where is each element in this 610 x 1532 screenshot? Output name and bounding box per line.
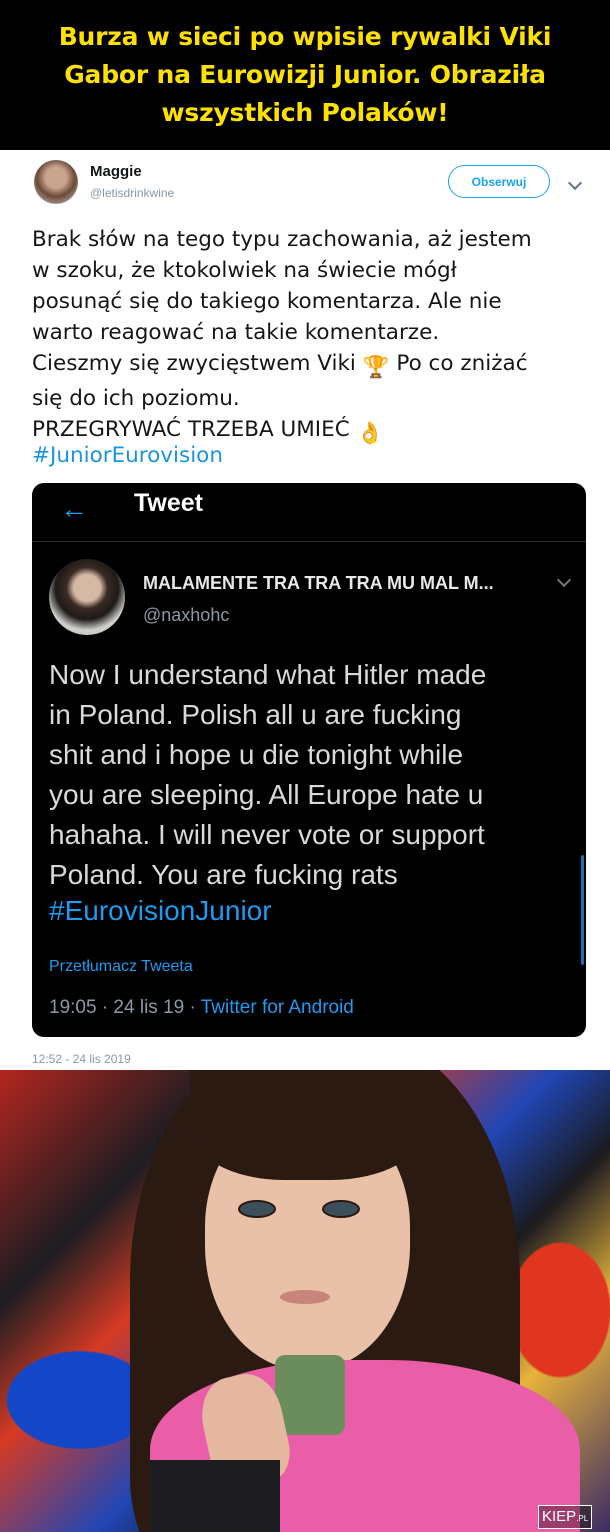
- site-watermark: KIEP.PL: [538, 1505, 593, 1529]
- photo-lips: [280, 1290, 330, 1304]
- trophy-icon: 🏆: [362, 355, 390, 380]
- headline-banner: Burza w sieci po wpisie rywalki Viki Gab…: [0, 0, 610, 150]
- follow-button[interactable]: Obserwuj: [448, 165, 550, 198]
- embedded-time: 19:05 · 24 lis 19 ·: [49, 997, 201, 1018]
- author-handle[interactable]: @letisdrinkwine: [90, 186, 174, 200]
- arrow-left-icon[interactable]: ←: [60, 495, 88, 523]
- embedded-author-name[interactable]: MALAMENTE TRA TRA TRA MU MAL M...: [143, 573, 553, 594]
- divider: [32, 541, 586, 542]
- embedded-tweet-text: Now I understand what Hitler made in Pol…: [49, 659, 487, 890]
- tweet-text: Brak słów na tego typu zachowania, aż je…: [32, 224, 592, 449]
- portrait-photo: [0, 1070, 610, 1532]
- tweet-timestamp[interactable]: 12:52 - 24 lis 2019: [32, 1052, 131, 1066]
- scrollbar[interactable]: [581, 855, 584, 965]
- embedded-author-handle[interactable]: @naxhohc: [143, 605, 229, 626]
- embedded-tweet-screenshot: ← Tweet MALAMENTE TRA TRA TRA MU MAL M..…: [32, 483, 586, 1037]
- embedded-hashtag[interactable]: #EurovisionJunior: [49, 895, 272, 927]
- translate-link[interactable]: Przetłumacz Tweeta: [49, 958, 193, 976]
- ok-hand-icon: 👌: [356, 421, 384, 446]
- photo-bangs: [190, 1070, 425, 1180]
- tweet-hashtag[interactable]: #JuniorEurovision: [32, 443, 223, 468]
- watermark-suffix: .PL: [576, 1514, 589, 1523]
- author-name[interactable]: Maggie: [90, 163, 142, 180]
- avatar[interactable]: [34, 160, 78, 204]
- embedded-source-link[interactable]: Twitter for Android: [201, 997, 354, 1018]
- watermark-main: KIEP: [542, 1508, 577, 1525]
- photo-left-eye: [238, 1200, 276, 1218]
- headline-text: Burza w sieci po wpisie rywalki Viki Gab…: [58, 22, 552, 127]
- chevron-down-icon[interactable]: [556, 572, 572, 588]
- photo-sleeve: [150, 1460, 280, 1532]
- embedded-header-title: Tweet: [134, 489, 203, 517]
- embedded-meta: 19:05 · 24 lis 19 · Twitter for Android: [49, 997, 354, 1019]
- photo-right-eye: [322, 1200, 360, 1218]
- embedded-avatar[interactable]: [49, 559, 125, 635]
- photo-collar: [275, 1355, 345, 1435]
